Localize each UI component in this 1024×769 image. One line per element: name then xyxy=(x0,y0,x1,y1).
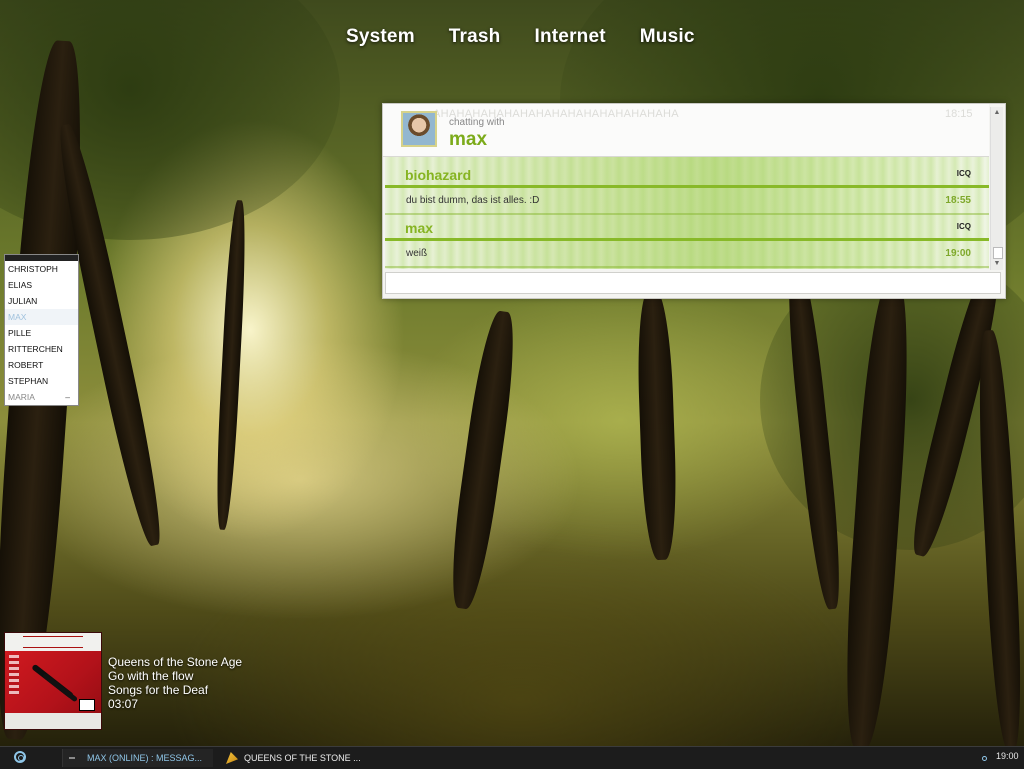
taskbar-clock: 19:00 xyxy=(996,751,1019,761)
message-sender: max xyxy=(405,220,434,236)
contact-avatar[interactable] xyxy=(401,111,437,147)
scroll-down-arrow-icon[interactable]: ▼ xyxy=(991,258,1003,270)
contact-item-robert[interactable]: ROBERT xyxy=(5,357,78,373)
contact-item-christoph[interactable]: CHRISTOPH xyxy=(5,261,78,277)
contact-item-julian[interactable]: JULIAN xyxy=(5,293,78,309)
parental-advisory-badge xyxy=(79,699,95,711)
minimize-dash-icon xyxy=(69,757,75,759)
contact-item-pille[interactable]: PILLE xyxy=(5,325,78,341)
contact-item-elias[interactable]: ELIAS xyxy=(5,277,78,293)
chat-contact-name: max xyxy=(449,129,488,150)
music-player-icon xyxy=(226,752,238,764)
chat-ghost-time: 18:15 xyxy=(945,108,973,120)
menu-system[interactable]: System xyxy=(346,26,415,48)
menu-internet[interactable]: Internet xyxy=(535,26,606,48)
cover-bottom-band xyxy=(5,713,101,729)
message-text: du bist dumm, das ist alles. :D xyxy=(406,195,540,206)
message-divider xyxy=(385,238,989,241)
message-sender: biohazard xyxy=(405,167,472,183)
contact-item-ritterchen[interactable]: RITTERCHEN xyxy=(5,341,78,357)
scroll-up-arrow-icon[interactable]: ▲ xyxy=(991,107,1003,119)
message-time: 19:00 xyxy=(945,248,971,259)
tray-status-icon[interactable] xyxy=(982,756,987,761)
cover-top-band xyxy=(5,633,101,651)
cover-guitar-shape xyxy=(41,672,79,703)
chatting-with-label: chatting with xyxy=(449,117,505,128)
message-bottom-line xyxy=(385,213,989,215)
now-playing-info: Queens of the Stone Age Go with the flow… xyxy=(108,655,242,711)
desktop-menu: System Trash Internet Music xyxy=(346,26,729,48)
taskbar-task-label: MAX (ONLINE) : MESSAG... xyxy=(87,753,203,763)
taskbar-task-music[interactable]: QUEENS OF THE STONE ... xyxy=(218,749,388,767)
contact-item-max[interactable]: MAX xyxy=(5,309,78,325)
contact-status-dash: – xyxy=(65,392,70,402)
now-playing-artist: Queens of the Stone Age xyxy=(108,655,243,669)
album-cover[interactable] xyxy=(4,632,102,730)
contact-item-stephan[interactable]: STEPHAN xyxy=(5,373,78,389)
message-list: biohazard ICQ du bist dumm, das ist alle… xyxy=(385,157,989,269)
message-input[interactable] xyxy=(385,272,1001,294)
taskbar: MAX (ONLINE) : MESSAG... QUEENS OF THE S… xyxy=(0,746,1024,769)
message-bottom-line xyxy=(385,266,989,268)
cover-side-text xyxy=(9,655,19,695)
chat-header: AHAHAHAHAHAHAHAHAHAHAHAHAHAHAHA 18:15 ch… xyxy=(383,104,989,157)
contact-item-label: MARIA xyxy=(8,392,35,402)
taskbar-task-chat[interactable]: MAX (ONLINE) : MESSAG... xyxy=(62,749,213,767)
message-text: weiß xyxy=(406,248,428,259)
cover-logo xyxy=(23,636,83,648)
start-menu-icon[interactable] xyxy=(14,751,26,763)
now-playing-time: 03:07 xyxy=(108,697,139,711)
message-protocol: ICQ xyxy=(956,169,971,178)
message-time: 18:55 xyxy=(945,195,971,206)
now-playing-album: Songs for the Deaf xyxy=(108,683,209,697)
now-playing-track: Go with the flow xyxy=(108,669,194,683)
message-scrollbar[interactable]: ▲ ▼ xyxy=(990,107,1003,270)
taskbar-task-label: QUEENS OF THE STONE ... xyxy=(244,753,361,763)
contact-item-maria[interactable]: MARIA – xyxy=(5,389,78,405)
message-protocol: ICQ xyxy=(956,222,971,231)
contact-list: CHRISTOPH ELIAS JULIAN MAX PILLE RITTERC… xyxy=(4,254,79,406)
chat-window: AHAHAHAHAHAHAHAHAHAHAHAHAHAHAHA 18:15 ch… xyxy=(382,103,1006,299)
message-divider xyxy=(385,185,989,188)
menu-music[interactable]: Music xyxy=(640,26,695,48)
menu-trash[interactable]: Trash xyxy=(449,26,501,48)
